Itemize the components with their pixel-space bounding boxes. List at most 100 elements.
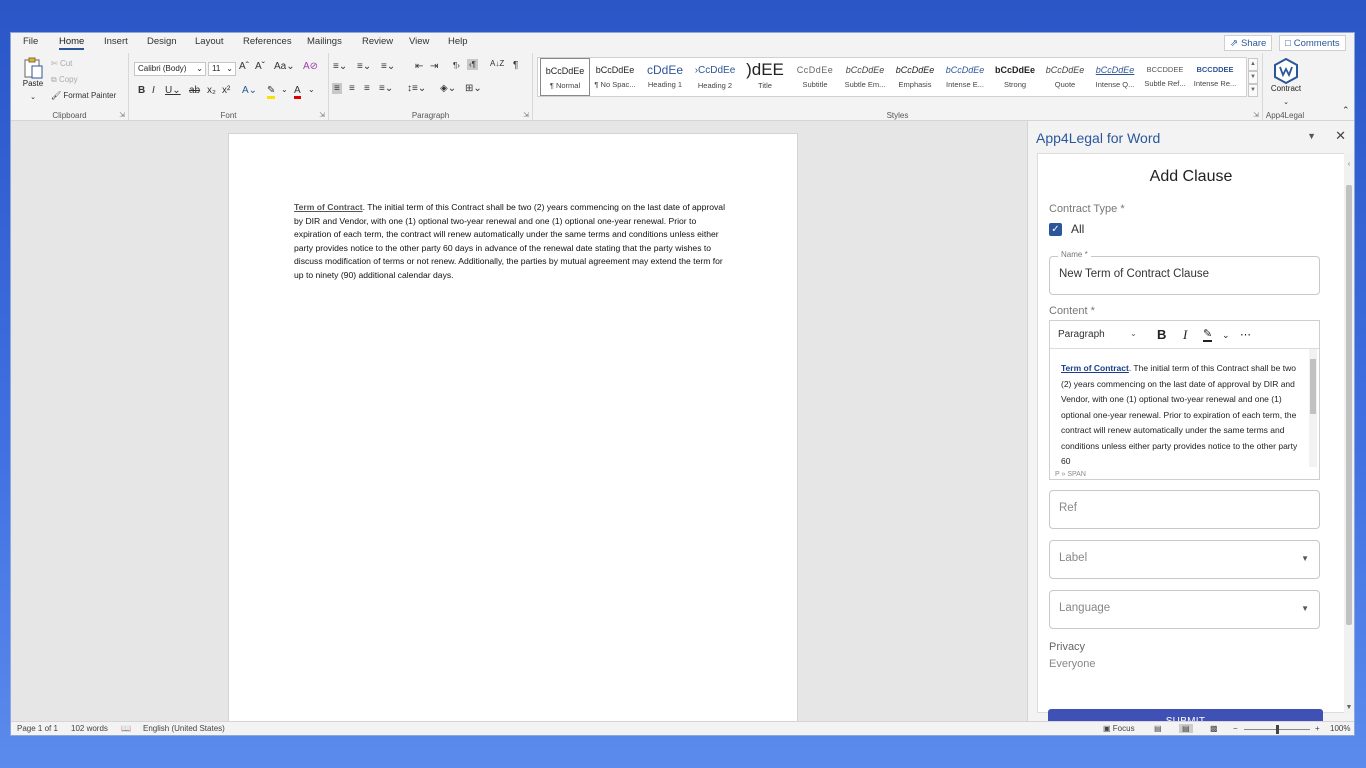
- style-subtitle[interactable]: CcDdEe Subtitle: [790, 58, 840, 96]
- tab-design[interactable]: Design: [147, 36, 177, 47]
- dialog-launcher-icon[interactable]: ⇲: [319, 111, 325, 119]
- decrease-indent-icon[interactable]: ⇤: [415, 61, 423, 72]
- editor-scrollbar[interactable]: [1309, 349, 1317, 467]
- bullets-icon[interactable]: ≡⌄: [333, 61, 347, 72]
- multilevel-list-icon[interactable]: ≡⌄: [381, 61, 395, 72]
- font-size-select[interactable]: 11 ⌄: [208, 62, 236, 76]
- tab-mailings[interactable]: Mailings: [307, 36, 342, 47]
- style-heading-2[interactable]: ›CcDdEe Heading 2: [690, 58, 740, 96]
- chevron-down-icon[interactable]: ⌄: [281, 85, 288, 94]
- highlight-icon[interactable]: ✎: [267, 85, 276, 99]
- dialog-launcher-icon[interactable]: ⇲: [1253, 111, 1259, 119]
- zoom-in-button[interactable]: +: [1315, 724, 1320, 733]
- ref-field[interactable]: Ref: [1049, 490, 1320, 529]
- align-right-icon[interactable]: ≡: [364, 83, 370, 94]
- style-emphasis[interactable]: bCcDdEe Emphasis: [890, 58, 940, 96]
- numbering-icon[interactable]: ≡⌄: [357, 61, 371, 72]
- strikethrough-icon[interactable]: ab: [189, 85, 200, 96]
- zoom-slider-thumb[interactable]: [1276, 725, 1279, 734]
- zoom-level[interactable]: 100%: [1330, 724, 1350, 733]
- share-button[interactable]: ⇗ Share: [1224, 35, 1273, 51]
- clear-formatting-icon[interactable]: A⊘: [303, 61, 318, 72]
- label-select[interactable]: Label ▼: [1049, 540, 1320, 579]
- web-layout-icon[interactable]: ▩: [1210, 724, 1218, 733]
- block-format-select[interactable]: Paragraph: [1058, 329, 1105, 340]
- name-field[interactable]: Name * New Term of Contract Clause: [1049, 250, 1320, 295]
- borders-icon[interactable]: ⊞⌄: [465, 83, 482, 94]
- subscript-icon[interactable]: x₂: [207, 85, 216, 96]
- style-title[interactable]: )dEE Title: [740, 58, 790, 96]
- more-styles-icon[interactable]: ▼: [1248, 84, 1258, 97]
- shading-icon[interactable]: ◈⌄: [440, 83, 456, 94]
- align-left-icon[interactable]: ≡: [332, 83, 342, 94]
- read-mode-icon[interactable]: ▤: [1154, 724, 1162, 733]
- style-subtle-reference[interactable]: bCcDdEe Subtle Ref...: [1140, 58, 1190, 96]
- dialog-launcher-icon[interactable]: ⇲: [119, 111, 125, 119]
- style-strong[interactable]: bCcDdEe Strong: [990, 58, 1040, 96]
- close-icon[interactable]: ✕: [1335, 128, 1346, 144]
- style-quote[interactable]: bCcDdEe Quote: [1040, 58, 1090, 96]
- comments-button[interactable]: □ Comments: [1279, 35, 1346, 51]
- justify-icon[interactable]: ≡⌄: [379, 83, 393, 94]
- show-marks-icon[interactable]: ¶: [513, 60, 518, 71]
- more-icon[interactable]: ⋯: [1240, 328, 1251, 341]
- chevron-down-icon[interactable]: ▼: [1248, 71, 1258, 84]
- change-case-icon[interactable]: Aa⌄: [274, 61, 295, 72]
- language-status[interactable]: English (United States): [143, 724, 225, 733]
- tab-layout[interactable]: Layout: [195, 36, 224, 47]
- align-center-icon[interactable]: ≡: [349, 83, 355, 94]
- editor-content[interactable]: Term of Contract. The initial term of th…: [1050, 349, 1319, 467]
- chevron-down-icon[interactable]: ⌄: [308, 85, 315, 94]
- editor-term-link[interactable]: Term of Contract: [1061, 363, 1129, 373]
- style-intense-emphasis[interactable]: bCcDdEe Intense E...: [940, 58, 990, 96]
- tab-help[interactable]: Help: [448, 36, 468, 47]
- dialog-launcher-icon[interactable]: ⇲: [523, 111, 529, 119]
- sort-icon[interactable]: A↓Z: [490, 59, 504, 68]
- superscript-icon[interactable]: x²: [222, 85, 230, 96]
- paste-button[interactable]: Paste ⌄: [19, 57, 47, 101]
- font-name-select[interactable]: Calibri (Body) ⌄: [134, 62, 206, 76]
- cut-button[interactable]: ✄ Cut: [51, 59, 72, 68]
- style-no-spacing[interactable]: bCcDdEe ¶ No Spac...: [590, 58, 640, 96]
- tab-view[interactable]: View: [409, 36, 429, 47]
- font-color-icon[interactable]: A: [294, 85, 301, 99]
- copy-button[interactable]: ⧉ Copy: [51, 75, 78, 85]
- chevron-down-icon[interactable]: ⌄: [1222, 330, 1230, 341]
- chevron-up-icon[interactable]: ▲: [1248, 58, 1258, 71]
- line-spacing-icon[interactable]: ↕≡⌄: [407, 83, 426, 94]
- print-layout-icon[interactable]: ▤: [1179, 724, 1193, 733]
- bold-icon[interactable]: B: [138, 85, 145, 96]
- format-painter-button[interactable]: 🖌 Format Painter: [51, 91, 116, 100]
- pane-scrollbar[interactable]: ‹ ▼: [1344, 153, 1354, 713]
- editor-italic-icon[interactable]: I: [1183, 327, 1187, 343]
- tab-references[interactable]: References: [243, 36, 292, 47]
- contract-type-all-checkbox[interactable]: ✓: [1049, 223, 1062, 236]
- document-page[interactable]: Term of Contract. The initial term of th…: [228, 133, 798, 721]
- ltr-icon[interactable]: ¶›: [453, 61, 460, 70]
- italic-icon[interactable]: I: [152, 85, 155, 96]
- rtl-icon[interactable]: ‹¶: [467, 59, 478, 70]
- tab-insert[interactable]: Insert: [104, 36, 128, 47]
- focus-button[interactable]: ▣ Focus: [1103, 724, 1135, 733]
- increase-indent-icon[interactable]: ⇥: [430, 61, 438, 72]
- chevron-left-icon[interactable]: ‹: [1344, 161, 1354, 168]
- style-normal[interactable]: bCcDdEe ¶ Normal: [540, 58, 590, 96]
- tab-home[interactable]: Home: [59, 36, 85, 50]
- editor-bold-icon[interactable]: B: [1157, 327, 1166, 342]
- contract-button[interactable]: Contract ⌄: [1267, 58, 1305, 107]
- collapse-ribbon-icon[interactable]: ⌃: [1342, 105, 1350, 116]
- language-select[interactable]: Language ▼: [1049, 590, 1320, 629]
- style-intense-quote[interactable]: bCcDdEe Intense Q...: [1090, 58, 1140, 96]
- pane-options-icon[interactable]: ▼: [1307, 131, 1316, 141]
- shrink-font-icon[interactable]: Aˇ: [255, 61, 265, 72]
- editor-highlight-icon[interactable]: ✎: [1203, 327, 1213, 342]
- document-paragraph[interactable]: Term of Contract. The initial term of th…: [294, 201, 734, 282]
- tab-file[interactable]: File: [23, 36, 38, 47]
- style-subtle-emphasis[interactable]: bCcDdEe Subtle Em...: [840, 58, 890, 96]
- proofing-icon[interactable]: 📖: [121, 724, 131, 733]
- word-count[interactable]: 102 words: [71, 724, 108, 733]
- text-effects-icon[interactable]: A⌄: [242, 85, 257, 96]
- grow-font-icon[interactable]: Aˆ: [239, 61, 249, 72]
- page-count[interactable]: Page 1 of 1: [17, 724, 58, 733]
- chevron-down-icon[interactable]: ▼: [1344, 704, 1354, 711]
